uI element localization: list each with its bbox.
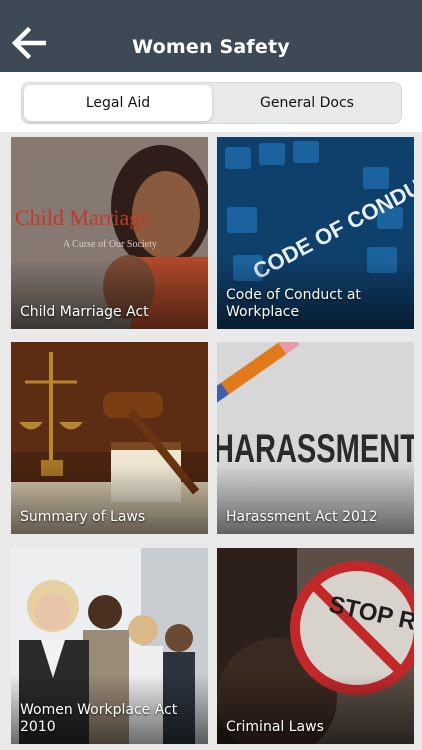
card-label: Criminal Laws [226,719,324,735]
card-code-of-conduct[interactable]: CODE OF CONDUCT Code of Conduct at Workp… [217,137,414,329]
card-label: Harassment Act 2012 [226,509,378,525]
card-label: Child Marriage Act [20,304,149,320]
card-label: Summary of Laws [20,509,146,525]
image-subtitle-text: A Curse of Our Society [63,239,157,250]
image-title-text: Child Marriage [15,205,150,230]
card-women-workplace-act[interactable]: Women Workplace Act 2010 [11,548,208,744]
card-label: Code of Conduct at Workplace [226,287,361,320]
tab-general-docs[interactable]: General Docs [214,85,400,121]
page-title: Women Safety [132,36,290,58]
segmented-control: Legal Aid General Docs [21,82,402,124]
card-label: Women Workplace Act 2010 [20,702,178,735]
card-harassment-act[interactable]: HARASSMENT Harassment Act 2012 [217,342,414,534]
tab-bar: Legal Aid General Docs [0,72,422,132]
card-child-marriage-act[interactable]: Child Marriage A Curse of Our Society Ch… [11,137,208,329]
tab-legal-aid[interactable]: Legal Aid [24,85,212,121]
card-criminal-laws[interactable]: STOP RAPE Criminal Laws [217,548,414,744]
card-summary-of-laws[interactable]: Summary of Laws [11,342,208,534]
app-header: Women Safety [0,0,422,72]
